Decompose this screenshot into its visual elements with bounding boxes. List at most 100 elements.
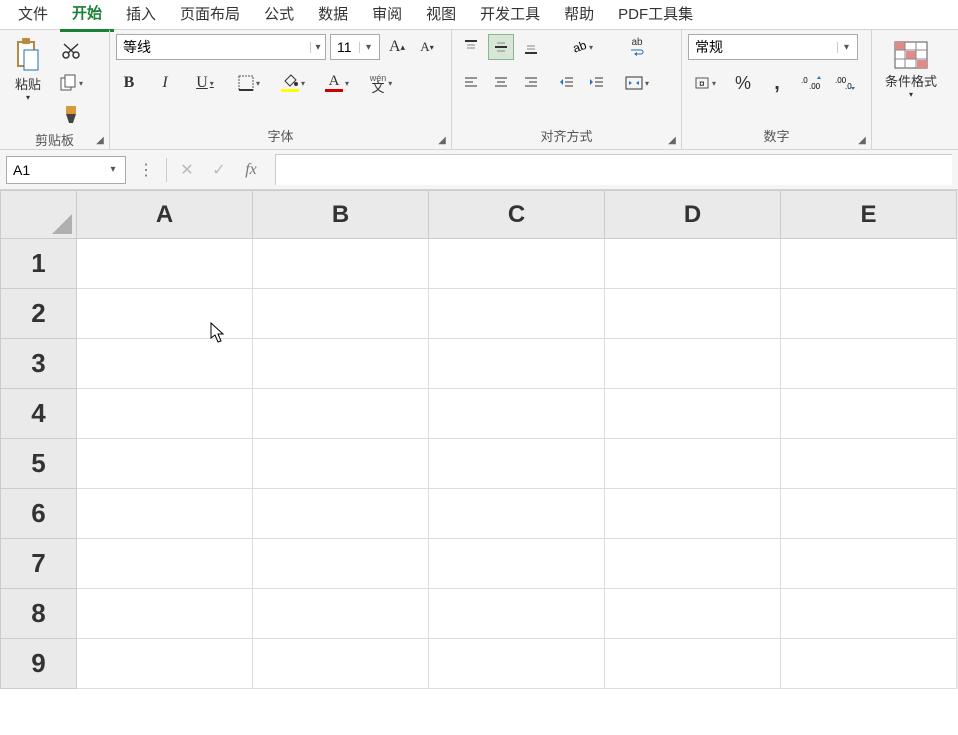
- cell-A3[interactable]: [77, 339, 253, 389]
- name-box-arrow[interactable]: ▾: [103, 164, 123, 175]
- cell-C6[interactable]: [429, 489, 605, 539]
- percent-button[interactable]: %: [730, 70, 756, 96]
- bold-button[interactable]: B: [116, 70, 142, 96]
- formula-input[interactable]: [275, 154, 952, 185]
- row-header-4[interactable]: 4: [1, 389, 77, 439]
- row-header-3[interactable]: 3: [1, 339, 77, 389]
- cell-D1[interactable]: [605, 239, 781, 289]
- cell-C8[interactable]: [429, 589, 605, 639]
- tab-help[interactable]: 帮助: [552, 0, 606, 30]
- cell-D5[interactable]: [605, 439, 781, 489]
- cell-B4[interactable]: [253, 389, 429, 439]
- cell-B5[interactable]: [253, 439, 429, 489]
- cut-button[interactable]: [58, 38, 84, 64]
- cell-A4[interactable]: [77, 389, 253, 439]
- cell-B1[interactable]: [253, 239, 429, 289]
- tab-developer[interactable]: 开发工具: [468, 0, 552, 30]
- tab-review[interactable]: 审阅: [360, 0, 414, 30]
- decrease-font-button[interactable]: A▾: [414, 34, 440, 60]
- cell-A5[interactable]: [77, 439, 253, 489]
- tab-home[interactable]: 开始: [60, 0, 114, 32]
- number-format-combo[interactable]: ▾: [688, 34, 858, 60]
- increase-decimal-button[interactable]: .0.00: [798, 70, 824, 96]
- cell-C7[interactable]: [429, 539, 605, 589]
- font-size-arrow[interactable]: ▾: [359, 42, 377, 53]
- fbar-more[interactable]: ⋮: [134, 158, 158, 182]
- italic-button[interactable]: I: [152, 70, 178, 96]
- column-header-C[interactable]: C: [429, 191, 605, 239]
- tab-data[interactable]: 数据: [306, 0, 360, 30]
- align-bottom-button[interactable]: [518, 34, 544, 60]
- cell-D6[interactable]: [605, 489, 781, 539]
- merge-button[interactable]: [620, 70, 654, 96]
- cell-E6[interactable]: [781, 489, 957, 539]
- cell-B3[interactable]: [253, 339, 429, 389]
- cancel-formula-button[interactable]: ✕: [175, 158, 199, 182]
- cell-C3[interactable]: [429, 339, 605, 389]
- accounting-button[interactable]: ¤: [688, 70, 722, 96]
- row-header-1[interactable]: 1: [1, 239, 77, 289]
- cell-D2[interactable]: [605, 289, 781, 339]
- cell-C9[interactable]: [429, 639, 605, 689]
- underline-button[interactable]: U: [188, 70, 222, 96]
- column-header-E[interactable]: E: [781, 191, 957, 239]
- align-middle-button[interactable]: [488, 34, 514, 60]
- row-header-8[interactable]: 8: [1, 589, 77, 639]
- row-header-2[interactable]: 2: [1, 289, 77, 339]
- name-box[interactable]: ▾: [6, 156, 126, 184]
- enter-formula-button[interactable]: ✓: [207, 158, 231, 182]
- cell-B2[interactable]: [253, 289, 429, 339]
- cell-B8[interactable]: [253, 589, 429, 639]
- row-header-9[interactable]: 9: [1, 639, 77, 689]
- font-name-input[interactable]: [117, 35, 310, 59]
- orientation-button[interactable]: ab: [565, 34, 599, 60]
- fx-button[interactable]: fx: [239, 158, 263, 182]
- font-launcher[interactable]: ◢: [435, 133, 449, 147]
- column-header-D[interactable]: D: [605, 191, 781, 239]
- column-header-A[interactable]: A: [77, 191, 253, 239]
- decrease-indent-button[interactable]: [554, 70, 580, 96]
- select-all-corner[interactable]: [1, 191, 77, 239]
- increase-indent-button[interactable]: [584, 70, 610, 96]
- cell-A8[interactable]: [77, 589, 253, 639]
- font-size-input[interactable]: [331, 35, 359, 59]
- font-name-arrow[interactable]: ▾: [310, 42, 325, 53]
- cell-A2[interactable]: [77, 289, 253, 339]
- comma-button[interactable]: ,: [764, 70, 790, 96]
- tab-insert[interactable]: 插入: [114, 0, 168, 30]
- row-header-6[interactable]: 6: [1, 489, 77, 539]
- align-top-button[interactable]: [458, 34, 484, 60]
- column-header-B[interactable]: B: [253, 191, 429, 239]
- paste-button[interactable]: 粘贴 ▾: [6, 34, 50, 106]
- cell-C4[interactable]: [429, 389, 605, 439]
- clipboard-launcher[interactable]: ◢: [93, 133, 107, 147]
- cell-D8[interactable]: [605, 589, 781, 639]
- align-center-button[interactable]: [488, 70, 514, 96]
- conditional-format-button[interactable]: 条件格式 ▾: [881, 34, 941, 106]
- decrease-decimal-button[interactable]: .00.0: [832, 70, 858, 96]
- cell-E2[interactable]: [781, 289, 957, 339]
- cell-C2[interactable]: [429, 289, 605, 339]
- border-button[interactable]: [232, 70, 266, 96]
- cell-A1[interactable]: [77, 239, 253, 289]
- tab-file[interactable]: 文件: [6, 0, 60, 30]
- row-header-7[interactable]: 7: [1, 539, 77, 589]
- row-header-5[interactable]: 5: [1, 439, 77, 489]
- cell-E1[interactable]: [781, 239, 957, 289]
- wrap-text-button[interactable]: ab: [620, 34, 654, 60]
- tab-formulas[interactable]: 公式: [252, 0, 306, 30]
- align-right-button[interactable]: [518, 70, 544, 96]
- tab-page-layout[interactable]: 页面布局: [168, 0, 252, 30]
- number-format-input[interactable]: [689, 35, 837, 59]
- alignment-launcher[interactable]: ◢: [665, 133, 679, 147]
- format-painter-button[interactable]: [58, 102, 84, 128]
- cell-A9[interactable]: [77, 639, 253, 689]
- font-size-combo[interactable]: ▾: [330, 34, 380, 60]
- cell-D3[interactable]: [605, 339, 781, 389]
- cell-A7[interactable]: [77, 539, 253, 589]
- cell-C1[interactable]: [429, 239, 605, 289]
- cell-E4[interactable]: [781, 389, 957, 439]
- number-format-arrow[interactable]: ▾: [837, 42, 855, 53]
- cell-A6[interactable]: [77, 489, 253, 539]
- copy-button[interactable]: [54, 70, 88, 96]
